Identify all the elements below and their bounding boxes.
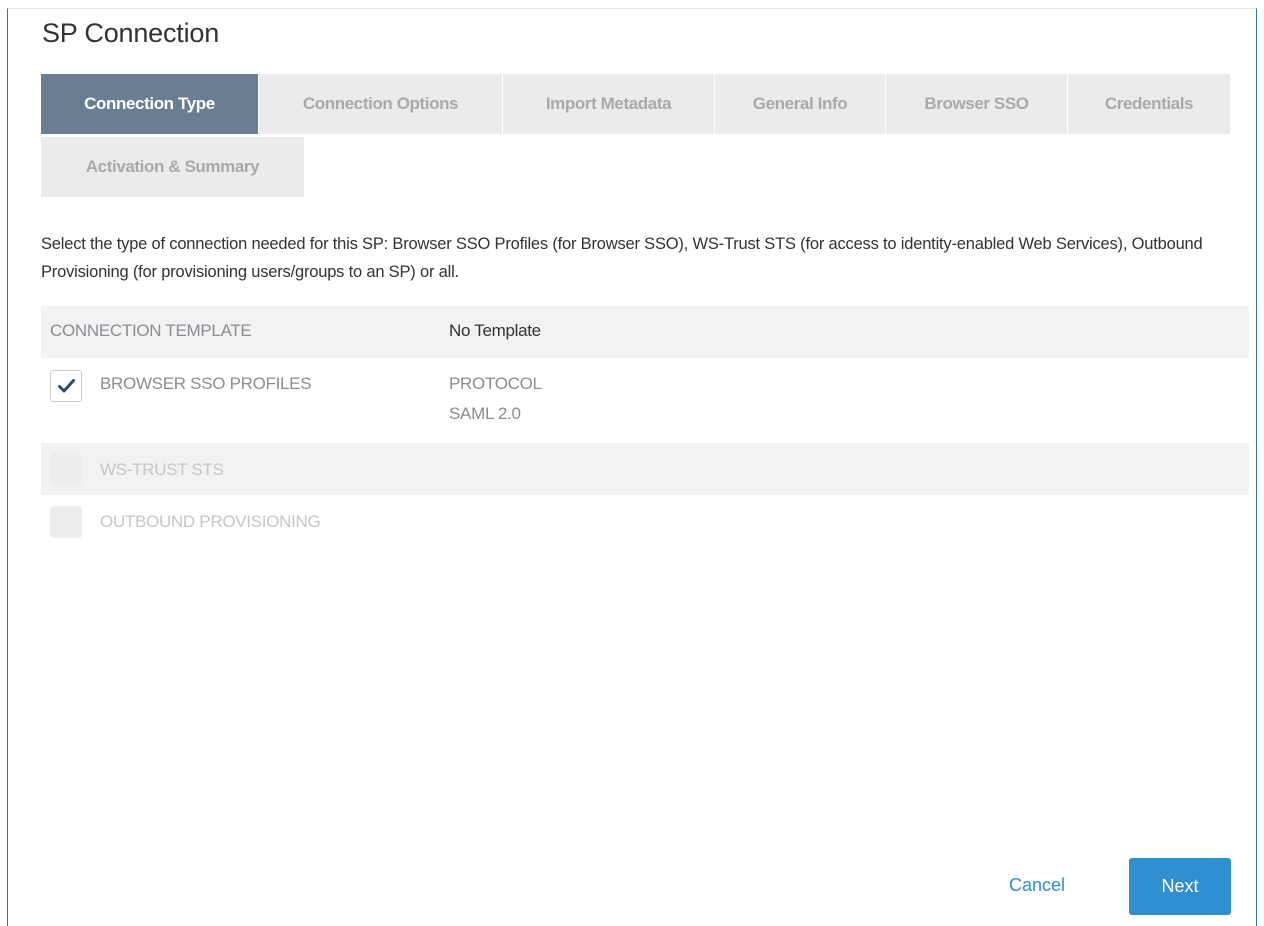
connection-type-description: Select the type of connection needed for… [41, 235, 1203, 281]
tab-activation-summary[interactable]: Activation & Summary [41, 137, 304, 197]
outbound-provisioning-label: OUTBOUND PROVISIONING [100, 512, 321, 531]
tab-general-info[interactable]: General Info [715, 74, 885, 134]
connection-template-value[interactable]: No Template [449, 321, 541, 341]
outbound-provisioning-row: OUTBOUND PROVISIONING [41, 495, 1249, 547]
browser-sso-profiles-label: BROWSER SSO PROFILES [100, 374, 312, 393]
connection-template-label: CONNECTION TEMPLATE [50, 321, 252, 340]
tab-connection-type[interactable]: Connection Type [41, 74, 258, 134]
outbound-provisioning-checkbox [50, 506, 82, 538]
protocol-label: PROTOCOL [449, 374, 542, 393]
browser-sso-profiles-checkbox[interactable] [50, 370, 82, 402]
tab-connection-options[interactable]: Connection Options [259, 74, 502, 134]
ws-trust-sts-label: WS-TRUST STS [100, 460, 224, 479]
tab-browser-sso[interactable]: Browser SSO [886, 74, 1067, 134]
protocol-value: SAML 2.0 [449, 404, 521, 423]
tab-import-metadata[interactable]: Import Metadata [503, 74, 714, 134]
next-button[interactable]: Next [1129, 858, 1231, 915]
checkmark-icon [58, 379, 75, 393]
ws-trust-sts-checkbox [50, 453, 82, 485]
tab-credentials[interactable]: Credentials [1068, 74, 1230, 134]
page-title: SP Connection [42, 18, 220, 48]
ws-trust-sts-row: WS-TRUST STS [41, 443, 1249, 495]
browser-sso-profiles-row: BROWSER SSO PROFILES PROTOCOL SAML 2.0 [41, 358, 1249, 443]
cancel-button[interactable]: Cancel [1009, 875, 1065, 896]
connection-template-row: CONNECTION TEMPLATE No Template [41, 306, 1249, 358]
